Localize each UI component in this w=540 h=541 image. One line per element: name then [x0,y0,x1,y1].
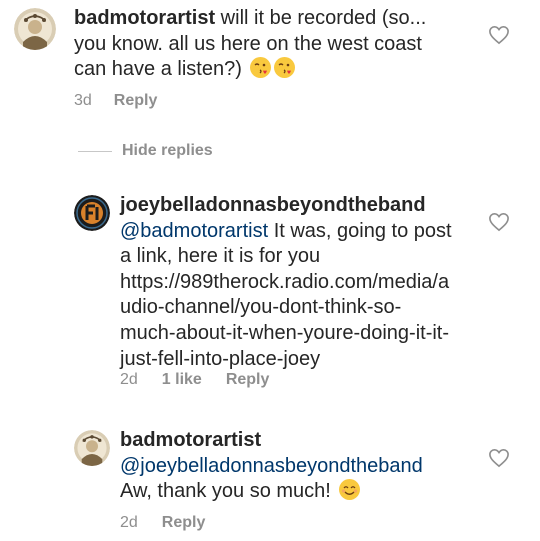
avatar[interactable] [74,195,110,231]
likes-count[interactable]: 1 like [162,371,202,389]
hide-replies-button[interactable]: Hide replies [78,142,213,160]
avatar[interactable] [14,8,56,50]
reply-button[interactable]: Reply [162,514,206,532]
reply-text: badmotorartist @joeybelladonnasbeyondthe… [120,428,460,505]
heart-outline-icon[interactable] [488,25,510,50]
mention-link[interactable]: @joeybelladonnasbeyondtheband [120,455,423,477]
reply-button[interactable]: Reply [226,371,270,389]
reply-body: It was, going to post a link, here it is… [120,219,452,370]
reply-timestamp: 2d [120,514,138,531]
reply-meta: 2d Reply [120,514,205,532]
reply-button[interactable]: Reply [114,92,158,110]
comment-timestamp: 3d [74,92,92,109]
comment-text: badmotorartist will it be recorded (so..… [74,6,444,83]
smiling-face-icon [339,479,361,501]
heart-outline-icon[interactable] [488,212,510,237]
heart-outline-icon[interactable] [488,448,510,473]
comment-username[interactable]: badmotorartist [74,7,215,29]
reply-text: joeybelladonnasbeyondtheband @badmotorar… [120,193,455,372]
reply-timestamp: 2d [120,371,138,388]
reply-username[interactable]: joeybelladonnasbeyondtheband [120,194,426,216]
reply-body: Aw, thank you so much! [120,480,337,503]
comment-meta: 3d Reply [74,92,157,110]
mention-link[interactable]: @badmotorartist [120,220,268,242]
avatar[interactable] [74,430,110,466]
reply-meta: 2d 1 like Reply [120,371,269,389]
divider [78,150,112,152]
hide-replies-label[interactable]: Hide replies [122,142,213,160]
face-blowing-kiss-icon [274,57,296,79]
reply-username[interactable]: badmotorartist [120,429,261,451]
face-blowing-kiss-icon [250,57,272,79]
